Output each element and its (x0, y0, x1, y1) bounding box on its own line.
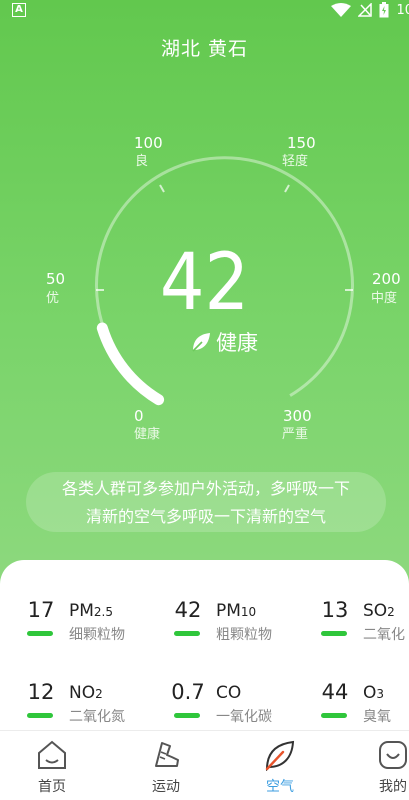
bottom-tab-bar: 首页 运动 空气 我的 (0, 730, 409, 800)
tick-value-100: 100 (134, 134, 163, 152)
tab-label: 空气 (266, 779, 294, 795)
tab-sport[interactable]: 运动 (126, 731, 206, 800)
pollutant-level-bar (27, 713, 53, 718)
pollutant-name: CO (216, 683, 242, 703)
health-advice: 各类人群可多参加户外活动，多呼吸一下 清新的空气多呼吸一下清新的空气 (26, 472, 386, 532)
pollutant-value: 42 (174, 598, 202, 622)
profile-icon (379, 741, 407, 769)
pollutant-level-bar (321, 713, 347, 718)
pollutant-value: 0.7 (171, 680, 205, 704)
pollutant-cn-name: 粗颗粒物 (216, 627, 272, 643)
tab-label: 首页 (38, 779, 66, 795)
pollutant-name: SO2 (363, 601, 395, 621)
pollutant-cn-name: 二氧化氮 (69, 709, 125, 725)
pollutant-name: PM2.5 (69, 601, 114, 621)
aqi-gauge (95, 156, 354, 406)
pollutant-cn-name: 臭氧 (363, 709, 391, 725)
leaf-icon (192, 333, 210, 352)
pollutant-value: 17 (27, 598, 55, 622)
tick-label-light: 轻度 (282, 154, 309, 169)
pollutant-cn-name: 二氧化 (363, 627, 405, 643)
tab-air[interactable]: 空气 (240, 731, 320, 800)
pollutant-name: O3 (363, 683, 385, 703)
tick-label-severe: 严重 (282, 427, 309, 442)
pollutant-name: PM10 (216, 601, 257, 621)
tab-mine[interactable]: 我的 (353, 731, 409, 800)
tab-label: 运动 (152, 779, 180, 795)
pollutant-level-bar (321, 631, 347, 636)
tick-value-0: 0 (134, 407, 144, 425)
pollutant-cn-name: 细颗粒物 (69, 627, 125, 643)
pollutant-level-bar (27, 631, 53, 636)
shoe-icon (155, 742, 179, 767)
aqi-value: 42 (159, 238, 250, 328)
aqi-level: 健康 (190, 327, 258, 357)
tick-label-good: 良 (135, 154, 149, 169)
tick-value-150: 150 (287, 134, 316, 152)
pollutant-name: NO2 (69, 683, 103, 703)
advice-line-1: 各类人群可多参加户外活动，多呼吸一下 (61, 479, 350, 498)
tick-label-healthy: 健康 (134, 427, 161, 442)
tab-label: 我的 (379, 779, 407, 795)
gauge-progress (96, 322, 165, 406)
aqi-level-text: 健康 (216, 331, 258, 355)
pollutant-value: 44 (321, 680, 349, 704)
home-icon (38, 740, 66, 769)
pollutant-value: 12 (27, 680, 55, 704)
pollutant-value: 13 (321, 598, 349, 622)
tick-value-300: 300 (283, 407, 312, 425)
advice-line-2: 清新的空气多呼吸一下清新的空气 (85, 507, 326, 526)
leaf-icon (265, 740, 295, 771)
pollutant-cn-name: 一氧化碳 (216, 709, 272, 725)
pollutant-level-bar (174, 713, 200, 718)
tab-home[interactable]: 首页 (12, 731, 92, 800)
pollutant-level-bar (174, 631, 200, 636)
